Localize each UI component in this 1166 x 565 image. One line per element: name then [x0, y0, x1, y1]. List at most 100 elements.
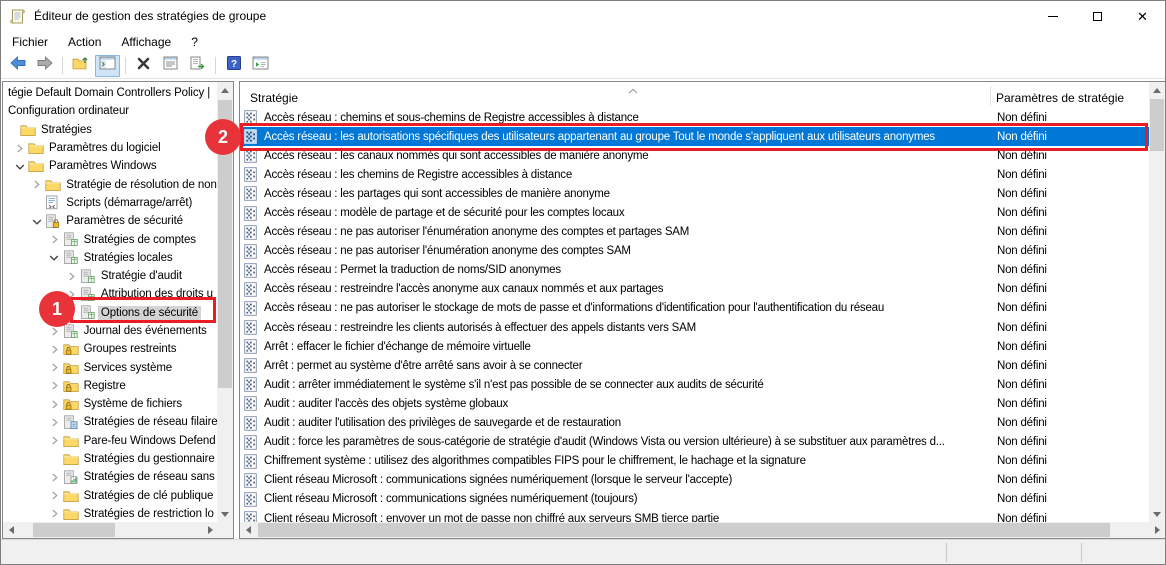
- maximize-button[interactable]: [1075, 1, 1120, 31]
- policy-row[interactable]: Accès réseau : restreindre les clients a…: [240, 318, 1149, 337]
- policy-row[interactable]: Accès réseau : chemins et sous-chemins d…: [240, 108, 1149, 127]
- policy-row[interactable]: Audit : auditer l'utilisation des privil…: [240, 414, 1149, 433]
- scroll-up-icon[interactable]: [1149, 82, 1165, 98]
- column-header-parametres[interactable]: Paramètres de stratégie: [996, 91, 1124, 105]
- tree-item-options-de-securite[interactable]: Options de sécurité: [3, 304, 217, 322]
- chevron-right-icon[interactable]: [46, 509, 63, 518]
- tree-item[interactable]: Stratégies de réseau filaire: [3, 413, 217, 431]
- tree-item[interactable]: Stratégies de clé publique: [3, 487, 217, 505]
- chevron-down-icon[interactable]: [46, 253, 63, 262]
- scroll-down-icon[interactable]: [1149, 506, 1165, 522]
- scroll-left-icon[interactable]: [240, 522, 256, 538]
- tree-horizontal-scrollbar[interactable]: [3, 522, 218, 538]
- menu-affichage[interactable]: Affichage: [111, 32, 181, 52]
- chevron-right-icon[interactable]: [46, 418, 63, 427]
- chevron-right-icon[interactable]: [46, 345, 63, 354]
- new-window-button[interactable]: [248, 55, 273, 77]
- scroll-left-icon[interactable]: [3, 522, 19, 538]
- tree-vertical-scrollbar[interactable]: [217, 82, 233, 522]
- policy-row[interactable]: Client réseau Microsoft : envoyer un mot…: [240, 509, 1149, 522]
- forward-button[interactable]: [32, 55, 57, 77]
- policy-doc-icon: [244, 167, 257, 183]
- menu-action[interactable]: Action: [58, 32, 111, 52]
- chevron-right-icon[interactable]: [46, 473, 63, 482]
- policy-row[interactable]: Arrêt : effacer le fichier d'échange de …: [240, 337, 1149, 356]
- help-button[interactable]: ?: [221, 55, 246, 77]
- policy-row[interactable]: Accès réseau : ne pas autoriser l'énumér…: [240, 242, 1149, 261]
- column-divider[interactable]: [990, 86, 991, 105]
- chevron-right-icon[interactable]: [46, 436, 63, 445]
- policy-row[interactable]: Accès réseau : les autorisations spécifi…: [240, 127, 1149, 147]
- back-button[interactable]: [5, 55, 30, 77]
- chevron-right-icon[interactable]: [46, 235, 63, 244]
- tree-item[interactable]: tégie Default Domain Controllers Policy …: [3, 84, 217, 102]
- tree-item[interactable]: Système de fichiers: [3, 395, 217, 413]
- policy-row[interactable]: Accès réseau : ne pas autoriser l'énumér…: [240, 223, 1149, 242]
- export-list-button[interactable]: [185, 55, 210, 77]
- tree-hscroll-thumb[interactable]: [33, 523, 115, 537]
- tree-item[interactable]: Groupes restreints: [3, 340, 217, 358]
- policy-row[interactable]: Accès réseau : modèle de partage et de s…: [240, 203, 1149, 222]
- minimize-button[interactable]: [1030, 1, 1075, 31]
- tree-item[interactable]: Stratégies: [3, 121, 217, 139]
- scroll-up-icon[interactable]: [217, 82, 233, 98]
- tree-item[interactable]: Paramètres de sécurité: [3, 212, 217, 230]
- tree-item[interactable]: Attribution des droits u: [3, 285, 217, 303]
- tree-item[interactable]: Configuration ordinateur: [3, 102, 217, 120]
- policy-row[interactable]: Accès réseau : les partages qui sont acc…: [240, 184, 1149, 203]
- chevron-right-icon[interactable]: [63, 272, 80, 281]
- menu-help[interactable]: ?: [181, 32, 208, 52]
- chevron-down-icon[interactable]: [28, 217, 45, 226]
- scroll-down-icon[interactable]: [217, 506, 233, 522]
- delete-button[interactable]: [131, 55, 156, 77]
- properties-button[interactable]: [158, 55, 183, 77]
- tree-item[interactable]: Stratégies de réseau sans f: [3, 468, 217, 486]
- scroll-right-icon[interactable]: [1149, 522, 1165, 538]
- tree-item[interactable]: Pare-feu Windows Defend: [3, 432, 217, 450]
- policy-row[interactable]: Chiffrement système : utilisez des algor…: [240, 452, 1149, 471]
- policy-row[interactable]: Audit : arrêter immédiatement le système…: [240, 375, 1149, 394]
- policy-row[interactable]: Accès réseau : ne pas autoriser le stock…: [240, 299, 1149, 318]
- tree-item[interactable]: Paramètres du logiciel: [3, 139, 217, 157]
- menu-fichier[interactable]: Fichier: [2, 32, 58, 52]
- tree-item[interactable]: Journal des événements: [3, 322, 217, 340]
- policy-row[interactable]: Client réseau Microsoft : communications…: [240, 490, 1149, 509]
- chevron-right-icon[interactable]: [11, 144, 28, 153]
- tree-item[interactable]: Stratégie de résolution de non: [3, 175, 217, 193]
- chevron-right-icon[interactable]: [63, 290, 80, 299]
- list-vertical-scrollbar[interactable]: [1149, 82, 1165, 522]
- up-one-level-button[interactable]: [68, 55, 93, 77]
- tree-item[interactable]: Paramètres Windows: [3, 157, 217, 175]
- chevron-right-icon[interactable]: [46, 381, 63, 390]
- policy-row[interactable]: Accès réseau : les canaux nommés qui son…: [240, 146, 1149, 165]
- close-button[interactable]: ✕: [1120, 1, 1165, 31]
- scroll-right-icon[interactable]: [202, 522, 218, 538]
- policy-row[interactable]: Client réseau Microsoft : communications…: [240, 471, 1149, 490]
- tree-item[interactable]: Stratégies locales: [3, 249, 217, 267]
- chevron-down-icon[interactable]: [11, 162, 28, 171]
- policy-row[interactable]: Audit : force les paramètres de sous-cat…: [240, 433, 1149, 452]
- tree-item[interactable]: Stratégie d'audit: [3, 267, 217, 285]
- list-horizontal-scrollbar[interactable]: [240, 522, 1165, 538]
- tree-item[interactable]: Scripts (démarrage/arrêt): [3, 194, 217, 212]
- show-console-tree-button[interactable]: [95, 54, 120, 77]
- chevron-right-icon[interactable]: [46, 327, 63, 336]
- column-header-strategie[interactable]: Stratégie: [250, 91, 298, 105]
- policy-row[interactable]: Audit : auditer l'accès des objets systè…: [240, 394, 1149, 413]
- policy-row[interactable]: Accès réseau : restreindre l'accès anony…: [240, 280, 1149, 299]
- tree-item[interactable]: Stratégies de restriction lo: [3, 505, 217, 522]
- tree-item[interactable]: Stratégies de comptes: [3, 230, 217, 248]
- tree-item[interactable]: Stratégies du gestionnaire: [3, 450, 217, 468]
- policy-row[interactable]: Accès réseau : les chemins de Registre a…: [240, 165, 1149, 184]
- tree-vscroll-thumb[interactable]: [218, 100, 232, 388]
- tree-item[interactable]: Services système: [3, 358, 217, 376]
- chevron-right-icon[interactable]: [46, 491, 63, 500]
- policy-row[interactable]: Arrêt : permet au système d'être arrêté …: [240, 356, 1149, 375]
- tree-item[interactable]: Registre: [3, 377, 217, 395]
- list-hscroll-thumb[interactable]: [258, 523, 1110, 537]
- chevron-right-icon[interactable]: [46, 363, 63, 372]
- chevron-right-icon[interactable]: [46, 400, 63, 409]
- list-vscroll-thumb[interactable]: [1150, 99, 1164, 151]
- chevron-right-icon[interactable]: [28, 180, 45, 189]
- policy-row[interactable]: Accès réseau : Permet la traduction de n…: [240, 261, 1149, 280]
